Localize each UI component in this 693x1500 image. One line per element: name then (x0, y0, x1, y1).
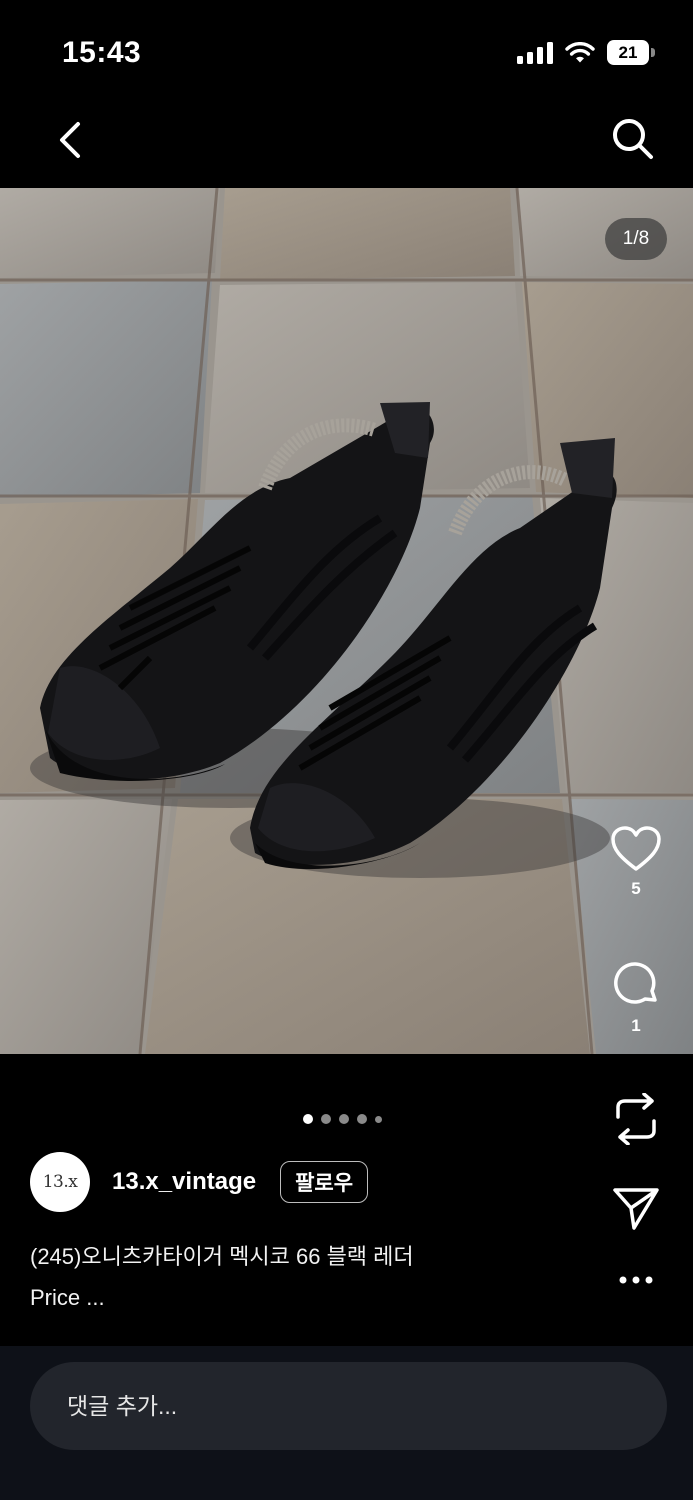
avatar[interactable]: 13.x (30, 1152, 90, 1212)
carousel-dot (375, 1115, 382, 1123)
wifi-icon (565, 41, 595, 62)
comment-action[interactable]: 1 (600, 960, 672, 1036)
comment-input[interactable]: 댓글 추가... (30, 1362, 667, 1450)
avatar-text: 13.x (42, 1172, 78, 1192)
share-action[interactable] (600, 1187, 672, 1231)
battery-level: 21 (607, 40, 649, 65)
carousel-dot (303, 1114, 313, 1124)
chevron-left-icon[interactable] (52, 118, 92, 162)
status-time: 15:43 (62, 36, 142, 69)
status-bar: 15:43 21 (0, 0, 693, 100)
like-action[interactable]: 5 (600, 825, 672, 899)
carousel-dots (303, 1114, 382, 1124)
more-action[interactable] (600, 1275, 672, 1285)
carousel-dot (357, 1114, 367, 1124)
comment-placeholder: 댓글 추가... (67, 1393, 178, 1419)
nav-bar (0, 100, 693, 188)
follow-button[interactable]: 팔로우 (280, 1161, 369, 1203)
battery-icon: 21 (607, 40, 655, 65)
post-caption[interactable]: (245)오니츠카타이거 멕시코 66 블랙 레더 Price ... (30, 1236, 590, 1318)
heart-icon[interactable] (610, 825, 662, 873)
like-count: 5 (631, 879, 641, 898)
shoe-photo-illustration (0, 188, 693, 1054)
repost-action[interactable] (600, 1093, 672, 1145)
carousel-dot (339, 1114, 349, 1124)
repost-icon[interactable] (612, 1093, 660, 1145)
comment-icon[interactable] (611, 960, 661, 1010)
comment-bar: 댓글 추가... (0, 1346, 693, 1500)
post-photo[interactable] (0, 188, 693, 1054)
status-icons: 21 (517, 40, 655, 65)
caption-line-2: Price ... (30, 1285, 105, 1310)
send-icon[interactable] (612, 1187, 660, 1231)
more-icon[interactable] (618, 1275, 654, 1285)
username[interactable]: 13.x_vintage (112, 1168, 256, 1196)
signal-icon (517, 41, 553, 64)
caption-line-1: (245)오니츠카타이거 멕시코 66 블랙 레더 (30, 1244, 414, 1269)
author-row: 13.x 13.x_vintage 팔로우 (30, 1152, 369, 1212)
photo-page-counter: 1/8 (605, 218, 667, 260)
carousel-dot (321, 1114, 331, 1124)
comment-count: 1 (631, 1016, 641, 1035)
search-icon[interactable] (609, 115, 657, 163)
